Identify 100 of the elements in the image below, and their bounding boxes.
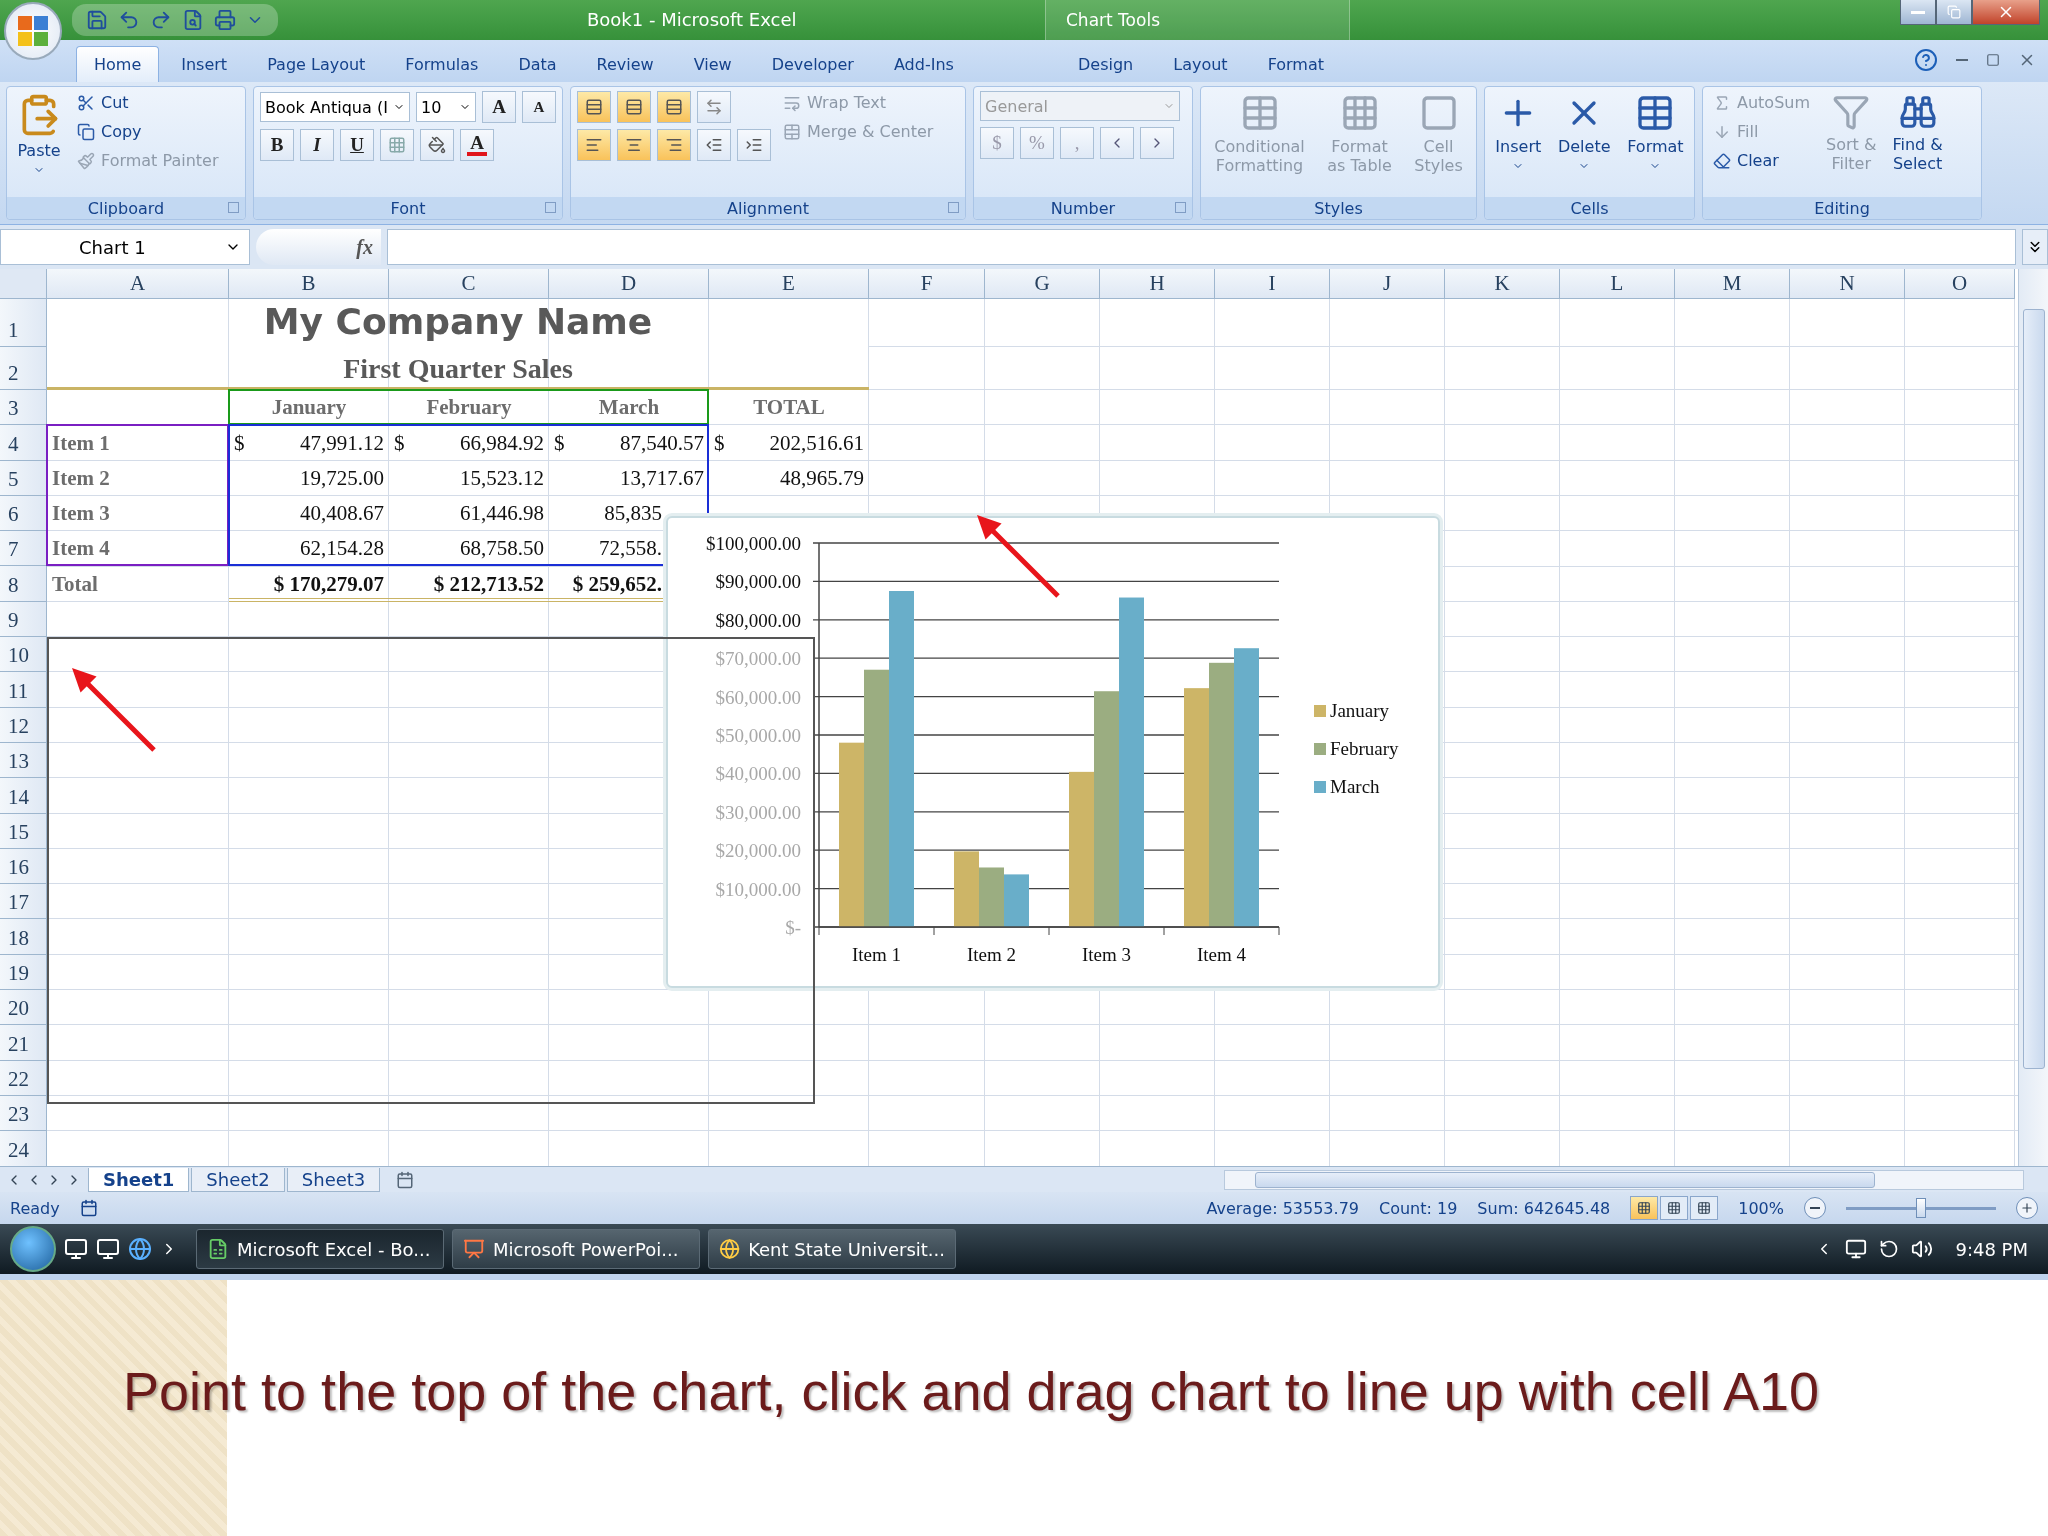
align-button[interactable] bbox=[577, 129, 611, 161]
name-box[interactable]: Chart 1 bbox=[0, 229, 250, 265]
print-preview-icon[interactable] bbox=[182, 9, 204, 31]
orientation-button[interactable] bbox=[697, 91, 731, 123]
row-header[interactable]: 2 bbox=[0, 347, 47, 390]
chart-area[interactable]: $- $10,000.00 $20,000.00 $30,000.00 $40,000.00 $50,000.00 $60,000.00 $70,000.00 $80,000.00 $90,000.00 $100,000.00 Item 1 Item 2 Item 3 Item 4 January February March bbox=[666, 516, 1440, 988]
grow-font-button[interactable]: A bbox=[482, 91, 516, 123]
row-header[interactable]: 11 bbox=[0, 672, 47, 708]
column-header[interactable]: G bbox=[985, 269, 1100, 299]
editing-button[interactable]: Clear bbox=[1709, 149, 1815, 172]
view-button[interactable] bbox=[1630, 1196, 1659, 1220]
close-button[interactable] bbox=[1972, 0, 2040, 25]
row-header[interactable]: 20 bbox=[0, 990, 47, 1026]
row-header[interactable]: 1 bbox=[0, 299, 47, 347]
row-header[interactable]: 3 bbox=[0, 390, 47, 426]
column-header[interactable]: F bbox=[869, 269, 985, 299]
column-header[interactable]: I bbox=[1215, 269, 1330, 299]
row-header[interactable]: 13 bbox=[0, 742, 47, 779]
outdent-button[interactable] bbox=[697, 129, 731, 161]
display-icon[interactable] bbox=[96, 1237, 120, 1261]
column-header[interactable]: E bbox=[709, 269, 869, 299]
cells-button[interactable]: Format bbox=[1623, 91, 1688, 193]
row-header[interactable]: 21 bbox=[0, 1025, 47, 1061]
horizontal-scrollbar[interactable] bbox=[1224, 1169, 2024, 1190]
ribbon-tab[interactable]: Add-Ins bbox=[875, 46, 972, 82]
column-header[interactable]: J bbox=[1330, 269, 1445, 299]
row-header[interactable]: 14 bbox=[0, 778, 47, 814]
ribbon-tab[interactable]: Format bbox=[1249, 46, 1343, 82]
network-icon[interactable] bbox=[1845, 1238, 1868, 1260]
sheet-tab[interactable]: Sheet3 bbox=[286, 1167, 381, 1192]
shrink-font-button[interactable]: A bbox=[522, 91, 556, 123]
save-icon[interactable] bbox=[86, 9, 108, 31]
ribbon-tab[interactable]: Layout bbox=[1155, 46, 1246, 82]
office-button[interactable] bbox=[4, 2, 62, 60]
column-header[interactable]: N bbox=[1790, 269, 1905, 299]
redo-icon[interactable] bbox=[150, 9, 172, 31]
ribbon-tab[interactable]: Formulas bbox=[387, 46, 497, 82]
align-button[interactable] bbox=[657, 129, 691, 161]
row-header[interactable]: 23 bbox=[0, 1095, 47, 1132]
row-header[interactable]: 19 bbox=[0, 954, 47, 991]
row-header[interactable]: 24 bbox=[0, 1131, 47, 1166]
zoom-out-button[interactable] bbox=[1804, 1197, 1826, 1219]
view-button[interactable] bbox=[1660, 1196, 1689, 1220]
sync-icon[interactable] bbox=[1879, 1239, 1900, 1259]
row-header[interactable]: 5 bbox=[0, 460, 47, 496]
insert-function-button[interactable]: fx bbox=[256, 229, 381, 265]
restore-icon[interactable] bbox=[1986, 53, 2000, 67]
cells-button[interactable]: Delete bbox=[1553, 91, 1615, 193]
view-button[interactable] bbox=[1690, 1196, 1719, 1220]
ribbon-tab[interactable]: Review bbox=[578, 46, 672, 82]
column-header[interactable]: D bbox=[549, 269, 709, 299]
column-header[interactable]: M bbox=[1675, 269, 1790, 299]
browser-icon[interactable] bbox=[128, 1237, 152, 1261]
row-header[interactable]: 18 bbox=[0, 919, 47, 955]
row-header[interactable]: 10 bbox=[0, 637, 47, 673]
scroll-thumb[interactable] bbox=[2023, 309, 2045, 1069]
row-header[interactable]: 9 bbox=[0, 601, 47, 638]
expand-button[interactable] bbox=[2022, 229, 2048, 265]
column-header[interactable]: A bbox=[47, 269, 229, 299]
ribbon-tab[interactable]: Developer bbox=[753, 46, 872, 82]
taskbar-button[interactable]: Microsoft PowerPoi... bbox=[452, 1229, 700, 1269]
row-header[interactable]: 6 bbox=[0, 495, 47, 532]
vertical-scrollbar[interactable] bbox=[2018, 269, 2048, 1166]
sheet-tab[interactable]: Sheet1 bbox=[88, 1167, 190, 1192]
formula-field[interactable] bbox=[387, 229, 2016, 265]
taskbar-button[interactable]: Kent State Universit... bbox=[708, 1229, 956, 1269]
undo-icon[interactable] bbox=[118, 9, 140, 31]
column-header[interactable]: L bbox=[1560, 269, 1675, 299]
ribbon-tab[interactable]: Design bbox=[1060, 46, 1152, 82]
zoom-level[interactable]: 100% bbox=[1738, 1198, 1784, 1218]
ribbon-tab[interactable]: Home bbox=[76, 46, 160, 82]
clipboard-button[interactable]: Cut bbox=[73, 91, 223, 114]
row-header[interactable]: 16 bbox=[0, 848, 47, 885]
align-button[interactable] bbox=[577, 91, 611, 123]
bold-button[interactable]: B bbox=[260, 129, 294, 161]
ribbon-tab[interactable]: Insert bbox=[163, 46, 246, 82]
row-header[interactable]: 17 bbox=[0, 884, 47, 920]
fill-color-button[interactable] bbox=[420, 129, 454, 161]
column-header[interactable]: B bbox=[229, 269, 389, 299]
row-header[interactable]: 12 bbox=[0, 707, 47, 743]
editing-button[interactable]: Find & Select bbox=[1888, 91, 1947, 193]
print-icon[interactable] bbox=[214, 9, 236, 31]
cells-button[interactable]: Insert bbox=[1491, 91, 1546, 193]
paste-button[interactable]: Paste bbox=[13, 91, 65, 193]
font-size-field[interactable]: 10 bbox=[416, 92, 476, 122]
zoom-slider-thumb[interactable] bbox=[1916, 1198, 1926, 1218]
desktop-icon[interactable] bbox=[64, 1237, 88, 1261]
ribbon-tab[interactable]: View bbox=[675, 46, 750, 82]
taskbar-button[interactable]: Microsoft Excel - Bo... bbox=[196, 1229, 444, 1269]
column-header[interactable]: H bbox=[1100, 269, 1215, 299]
column-header[interactable]: K bbox=[1445, 269, 1560, 299]
zoom-in-button[interactable] bbox=[2016, 1197, 2038, 1219]
column-header[interactable]: O bbox=[1905, 269, 2015, 299]
row-header[interactable]: 15 bbox=[0, 813, 47, 849]
column-header[interactable]: C bbox=[389, 269, 549, 299]
indent-button[interactable] bbox=[737, 129, 771, 161]
row-header[interactable]: 4 bbox=[0, 425, 47, 461]
volume-icon[interactable] bbox=[1911, 1238, 1934, 1260]
align-button[interactable] bbox=[617, 129, 651, 161]
scroll-thumb[interactable] bbox=[1255, 1171, 1875, 1188]
